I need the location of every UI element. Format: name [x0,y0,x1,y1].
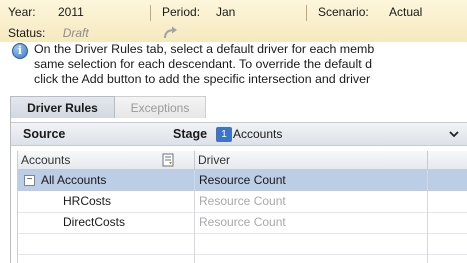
collapse-icon[interactable]: − [24,175,35,186]
row-divider [18,233,467,234]
column-divider[interactable] [427,151,428,170]
tab-driver-rules[interactable]: Driver Rules [10,96,115,118]
tab-exceptions[interactable]: Exceptions [115,96,206,118]
table-row[interactable]: DirectCosts Resource Count [18,212,467,233]
info-line: click the Add button to add the specific… [34,72,371,86]
account-cell[interactable]: DirectCosts [63,215,125,229]
driver-cell[interactable]: Resource Count [199,173,286,187]
scenario-label: Scenario: [318,5,369,19]
column-divider[interactable] [194,151,195,170]
info-icon: i [12,43,28,59]
column-divider [194,170,195,263]
column-selector-icon[interactable] [162,153,175,167]
stage-select-value[interactable]: Accounts [233,127,282,141]
column-header-driver[interactable]: Driver [198,153,230,167]
driver-cell[interactable]: Resource Count [199,215,286,229]
driver-cell[interactable]: Resource Count [199,194,286,208]
account-cell[interactable]: All Accounts [41,173,106,187]
separator [306,5,307,21]
grid-header: Accounts Driver [18,151,467,170]
source-bar: Source Stage 1 Accounts [11,122,467,146]
tab-strip: Driver Rules Exceptions [10,96,467,118]
table-row[interactable]: HRCosts Resource Count [18,191,467,212]
column-divider [427,170,428,263]
stage-number-badge: 1 [216,127,232,142]
source-label: Source [23,127,66,141]
status-label: Status: [8,26,46,40]
pov-header: Year: 2011 Period: Jan Scenario: Actual … [0,0,467,42]
status-value: Draft [62,26,89,40]
driver-rules-panel: Source Stage 1 Accounts Accounts Driver … [10,118,467,263]
scenario-value[interactable]: Actual [389,5,422,19]
info-message: On the Driver Rules tab, select a defaul… [34,42,467,87]
period-label: Period: [162,5,201,19]
chevron-down-icon[interactable] [448,128,460,140]
driver-grid: Accounts Driver − All Accounts Resource … [17,151,467,263]
row-divider [18,254,467,255]
year-value[interactable]: 2011 [58,5,84,19]
table-row[interactable]: − All Accounts Resource Count [18,170,467,191]
redo-icon[interactable] [162,25,180,41]
separator [150,5,151,21]
year-label: Year: [8,5,36,19]
stage-label: Stage [173,127,208,141]
account-cell[interactable]: HRCosts [63,194,111,208]
column-header-accounts[interactable]: Accounts [21,153,70,167]
info-line: same selection for each descendant. To o… [34,57,372,71]
period-value[interactable]: Jan [216,5,235,19]
info-line: On the Driver Rules tab, select a defaul… [34,42,375,56]
